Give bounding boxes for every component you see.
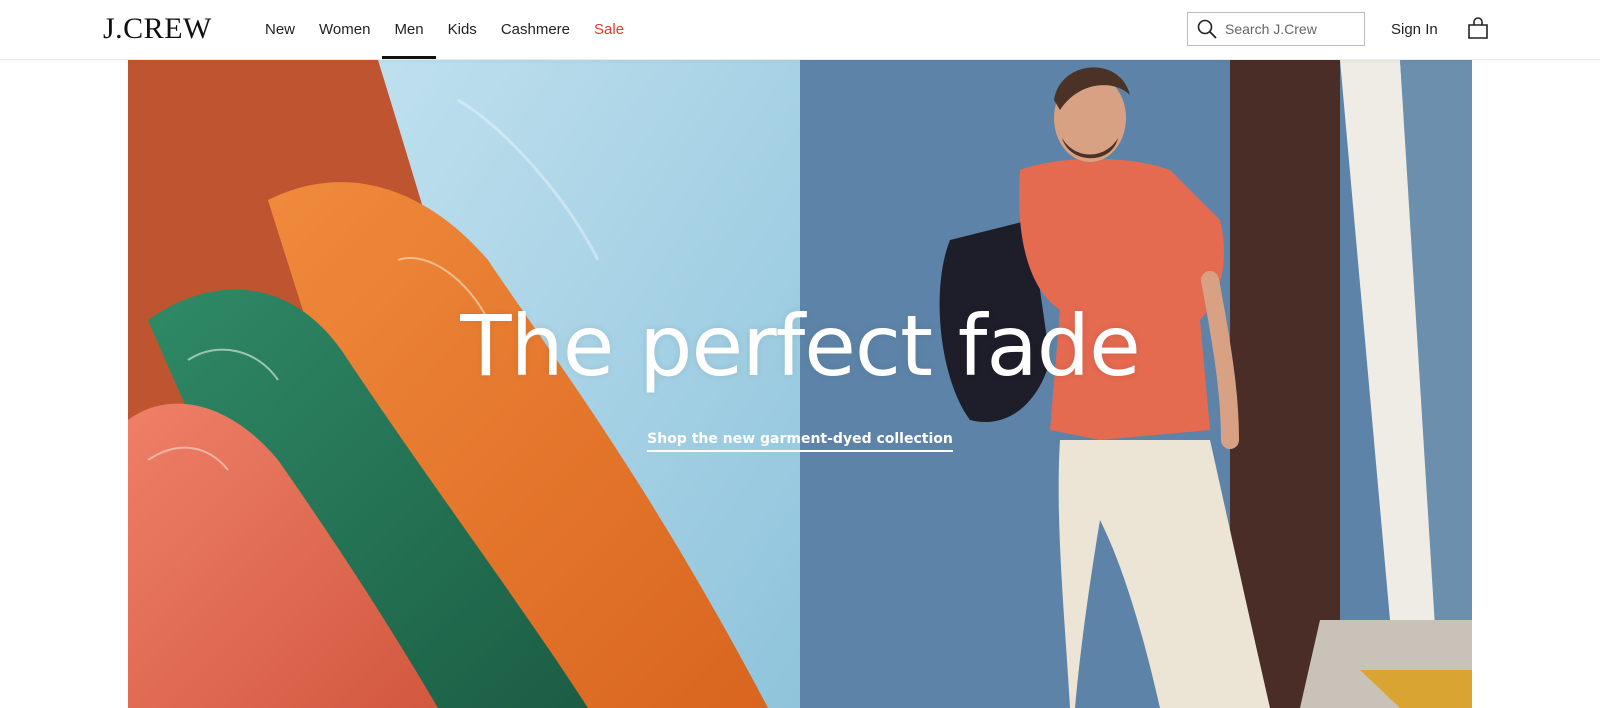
search-input[interactable] — [1223, 20, 1357, 38]
nav-kids[interactable]: Kids — [436, 0, 489, 59]
search-box[interactable] — [1187, 12, 1365, 46]
nav-sale[interactable]: Sale — [582, 0, 636, 59]
shop-collection-link[interactable]: Shop the new garment-dyed collection — [647, 431, 953, 452]
nav-cashmere[interactable]: Cashmere — [489, 0, 582, 59]
shopping-bag-icon[interactable] — [1466, 17, 1490, 41]
nav-new[interactable]: New — [253, 0, 307, 59]
hero-cta-wrapper: Shop the new garment-dyed collection — [128, 430, 1472, 452]
search-icon[interactable] — [1196, 18, 1218, 40]
hero-banner[interactable]: The perfect fade Shop the new garment-dy… — [128, 60, 1472, 708]
main-nav: New Women Men Kids Cashmere Sale — [253, 0, 636, 59]
nav-men[interactable]: Men — [382, 0, 436, 59]
jcrew-logo[interactable]: J.CREW — [103, 12, 212, 46]
site-header: J.CREW New Women Men Kids Cashmere Sale … — [0, 0, 1600, 60]
sign-in-link[interactable]: Sign In — [1391, 0, 1438, 59]
hero-title: The perfect fade — [460, 297, 1141, 395]
nav-women[interactable]: Women — [307, 0, 382, 59]
